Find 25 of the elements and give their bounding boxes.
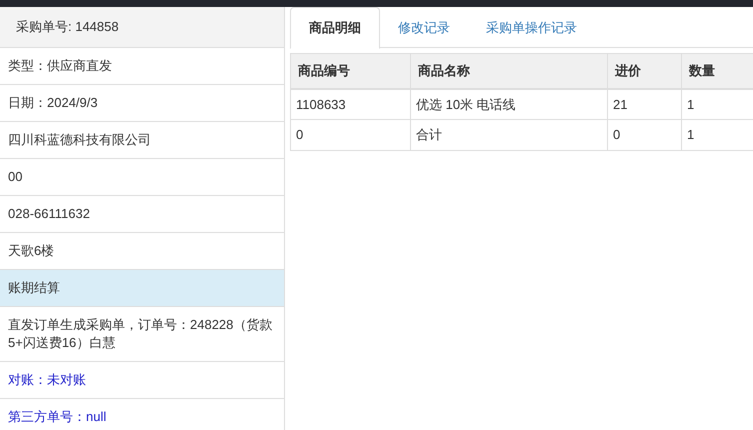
column-header: 数量 [682,54,753,88]
info-row: 00 [0,159,284,196]
table-cell: 1 [682,90,753,119]
column-header: 商品编号 [291,54,411,88]
column-header: 商品名称 [411,54,608,88]
table-cell: 0 [608,120,682,150]
table-cell: 21 [608,90,682,119]
table-cell: 0 [291,120,411,150]
info-row: 对账：未对账 [0,362,284,399]
table-cell: 优选 10米 电话线 [411,90,608,119]
table-cell: 1108633 [291,90,411,119]
table-cell: 1 [682,120,753,150]
panel-header: 采购单号: 144858 [0,7,284,48]
tab[interactable]: 修改记录 [380,7,468,49]
info-row: 直发订单生成采购单，订单号：248228（货款5+闪送费16）白慧 [0,307,284,362]
tab[interactable]: 采购单操作记录 [468,7,595,49]
tab[interactable]: 商品明细 [290,7,380,49]
info-row: 四川科蓝德科技有限公司 [0,122,284,159]
info-row: 028-66111632 [0,196,284,233]
info-row: 日期：2024/9/3 [0,85,284,122]
column-header: 进价 [608,54,682,88]
info-row: 账期结算 [0,270,284,307]
table-cell: 合计 [411,120,608,150]
info-row: 第三方单号：null [0,399,284,430]
info-row: 类型：供应商直发 [0,48,284,85]
